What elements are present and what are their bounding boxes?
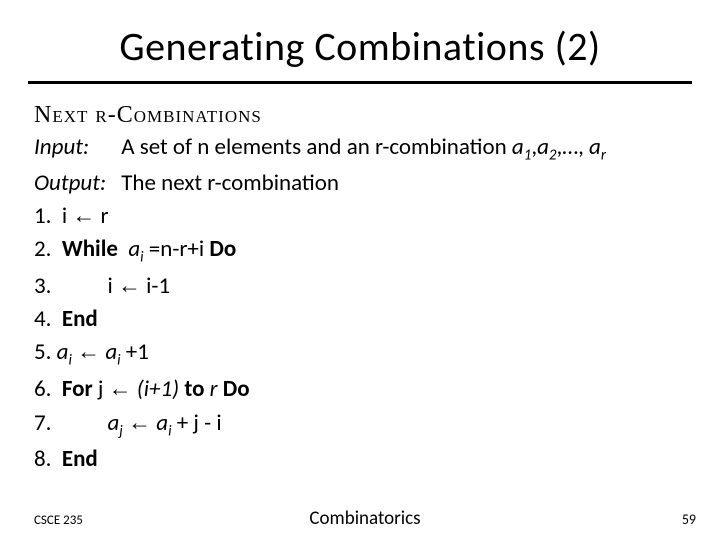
left-arrow-icon: ← (128, 409, 151, 435)
output-text: The next r-combination (121, 169, 339, 197)
step-1: 1. i ← r (34, 199, 686, 233)
footer: CSCE 235 Combinatorics 59 (0, 507, 720, 530)
footer-course: CSCE 235 (34, 513, 255, 528)
step-5: 5. ai ← ai +1 (34, 335, 686, 372)
slide: Generating Combinations (2) Next r-Combi… (0, 0, 720, 540)
slide-title: Generating Combinations (2) (34, 22, 686, 71)
page-number: 59 (475, 511, 696, 528)
input-line: Input: A set of n elements and an r-comb… (34, 131, 686, 167)
left-arrow-icon: ← (109, 375, 132, 401)
step-6: 6. For j ← (i+1) to r Do (34, 372, 686, 406)
title-rule (28, 81, 692, 84)
step-4: 4. End (34, 303, 686, 336)
step-2: 2. While ai =n-r+i Do (34, 233, 686, 269)
left-arrow-icon: ← (118, 272, 141, 298)
output-label: Output (34, 169, 100, 197)
input-label: Input (34, 133, 83, 161)
algorithm-name: Next r-Combinations (34, 102, 686, 129)
left-arrow-icon: ← (72, 202, 95, 228)
left-arrow-icon: ← (77, 338, 100, 364)
step-3: 3.i ← i-1 (34, 269, 686, 303)
algorithm-body: Input: A set of n elements and an r-comb… (34, 131, 686, 475)
input-text: A set of n elements and an r-combination (121, 133, 512, 161)
footer-topic: Combinatorics (255, 507, 476, 530)
step-7: 7.aj ← ai + j - i (34, 406, 686, 443)
output-line: Output: The next r-combination (34, 167, 686, 200)
step-8: 8. End (34, 443, 686, 476)
